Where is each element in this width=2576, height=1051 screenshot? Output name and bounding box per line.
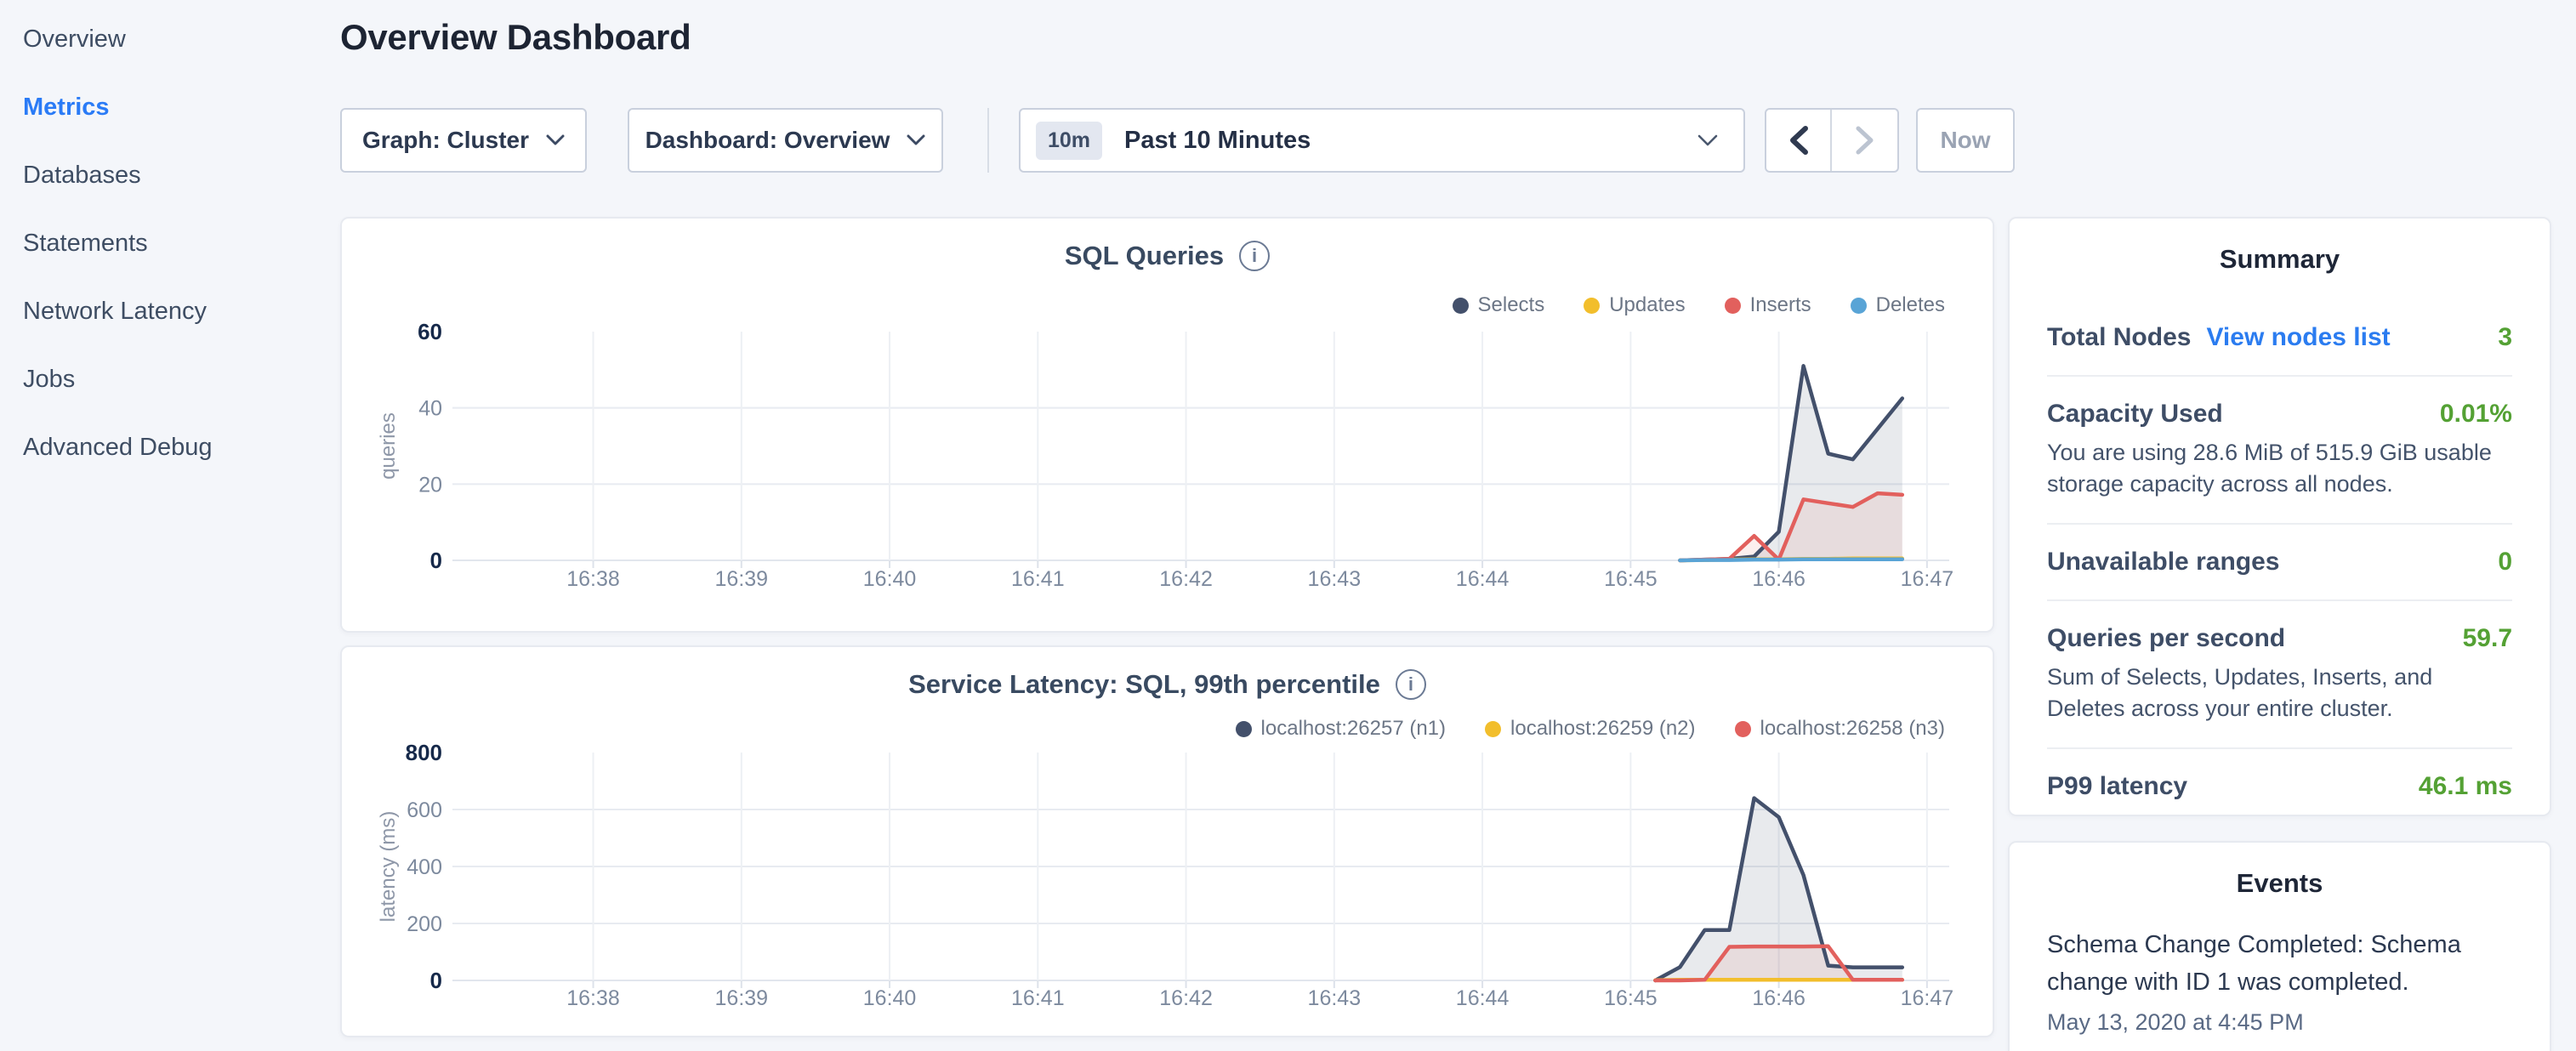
sidebar-nav: OverviewMetricsDatabasesStatementsNetwor…: [0, 5, 340, 481]
svg-text:20: 20: [418, 473, 442, 497]
svg-text:16:40: 16:40: [863, 986, 917, 1010]
summary-row-value: 46.1 ms: [2419, 772, 2512, 801]
summary-row-label: Capacity Used: [2047, 400, 2223, 429]
header-divider: [987, 108, 989, 173]
graph-scope-dropdown-label: Graph: Cluster: [362, 127, 529, 154]
chevron-left-icon: [1789, 126, 1808, 155]
summary-row: Queries per second 59.7 Sum of Selects, Up…: [2047, 599, 2512, 747]
summary-row-label: Queries per second: [2047, 624, 2285, 653]
summary-row: Unavailable ranges 0: [2047, 523, 2512, 599]
svg-text:16:40: 16:40: [863, 567, 917, 591]
sidebar-item-jobs[interactable]: Jobs: [0, 345, 340, 413]
svg-text:200: 200: [407, 912, 442, 936]
svg-text:400: 400: [407, 855, 442, 879]
summary-panel: Summary Total Nodes View nodes list 3 Capac…: [2008, 217, 2551, 816]
sql-queries-chart-card: SQL Queries i SelectsUpdatesInsertsDelet…: [340, 217, 1994, 633]
event-message: Schema Change Completed: Schema change w…: [2047, 926, 2512, 1001]
chevron-down-icon: [546, 134, 565, 146]
graph-scope-dropdown[interactable]: Graph: Cluster: [340, 108, 587, 173]
service-latency-chart: 0 200 400 600 800 16:38 16:39 16:40 16:41 16:42 16…: [342, 647, 1993, 1036]
chevron-right-icon: [1856, 126, 1874, 155]
summary-title: Summary: [2010, 244, 2550, 275]
svg-text:16:46: 16:46: [1752, 567, 1805, 591]
page-title: Overview Dashboard: [340, 17, 691, 58]
sidebar-item-overview[interactable]: Overview: [0, 5, 340, 73]
svg-text:16:45: 16:45: [1604, 567, 1658, 591]
time-window-label: Past 10 Minutes: [1124, 127, 1311, 155]
svg-text:800: 800: [406, 740, 442, 765]
svg-text:16:43: 16:43: [1308, 567, 1362, 591]
sidebar-item-network-latency[interactable]: Network Latency: [0, 277, 340, 345]
summary-row-value: 0: [2498, 548, 2512, 577]
sidebar-item-metrics[interactable]: Metrics: [0, 73, 340, 141]
sidebar-item-databases[interactable]: Databases: [0, 141, 340, 209]
summary-row: Capacity Used 0.01% You are using 28.6 MiB…: [2047, 375, 2512, 523]
svg-text:600: 600: [407, 798, 442, 822]
svg-text:60: 60: [418, 319, 442, 344]
sidebar-item-statements[interactable]: Statements: [0, 209, 340, 277]
summary-row-label: Total Nodes: [2047, 323, 2191, 352]
svg-text:16:41: 16:41: [1011, 986, 1065, 1010]
event-timestamp: May 13, 2020 at 4:45 PM: [2047, 1009, 2512, 1036]
svg-text:latency (ms): latency (ms): [377, 811, 400, 923]
svg-text:16:47: 16:47: [1901, 986, 1954, 1010]
summary-row: Total Nodes View nodes list 3: [2047, 300, 2512, 375]
svg-text:16:44: 16:44: [1456, 986, 1510, 1010]
summary-row-subtext: You are using 28.6 MiB of 515.9 GiB usab…: [2047, 437, 2512, 500]
events-title: Events: [2010, 868, 2550, 899]
svg-text:16:44: 16:44: [1456, 567, 1510, 591]
summary-row: P99 latency 46.1 ms: [2047, 747, 2512, 824]
time-window-badge: 10m: [1036, 122, 1102, 160]
summary-rows: Total Nodes View nodes list 3 Capacity Used…: [2010, 300, 2550, 824]
now-button[interactable]: Now: [1916, 108, 2015, 173]
svg-text:16:38: 16:38: [566, 567, 620, 591]
dashboard-dropdown-label: Dashboard: Overview: [645, 127, 890, 154]
time-step-buttons: [1765, 108, 1899, 173]
svg-text:16:39: 16:39: [715, 986, 769, 1010]
svg-text:16:47: 16:47: [1901, 567, 1954, 591]
svg-text:0: 0: [430, 968, 442, 993]
svg-text:16:45: 16:45: [1604, 986, 1658, 1010]
summary-row-subtext: Sum of Selects, Updates, Inserts, and De…: [2047, 662, 2512, 724]
svg-text:16:46: 16:46: [1752, 986, 1805, 1010]
chevron-down-icon: [1697, 134, 1718, 147]
summary-row-value: 0.01%: [2440, 400, 2512, 429]
svg-text:16:38: 16:38: [566, 986, 620, 1010]
events-panel: Events Schema Change Completed: Schema c…: [2008, 841, 2551, 1051]
summary-row-value: 59.7: [2463, 624, 2512, 653]
time-step-back-button[interactable]: [1766, 110, 1832, 171]
summary-row-label: Unavailable ranges: [2047, 548, 2279, 577]
chevron-down-icon: [907, 134, 925, 146]
svg-text:40: 40: [418, 397, 442, 421]
time-step-forward-button[interactable]: [1832, 110, 1897, 171]
view-nodes-list-link[interactable]: View nodes list: [2206, 323, 2390, 352]
svg-text:0: 0: [430, 548, 442, 573]
svg-text:16:39: 16:39: [715, 567, 769, 591]
svg-text:16:41: 16:41: [1011, 567, 1065, 591]
event-item[interactable]: Schema Change Completed: Schema change w…: [2047, 926, 2512, 1036]
summary-row-label: P99 latency: [2047, 772, 2187, 801]
events-list: Schema Change Completed: Schema change w…: [2010, 926, 2550, 1036]
sidebar-item-advanced-debug[interactable]: Advanced Debug: [0, 413, 340, 481]
svg-text:16:43: 16:43: [1308, 986, 1362, 1010]
sql-queries-chart: 0 20 40 60 16:38 16:39 16:40 16:41 16:42 16:43 16:…: [342, 219, 1993, 631]
service-latency-chart-card: Service Latency: SQL, 99th percentile i …: [340, 645, 1994, 1037]
svg-text:queries: queries: [377, 412, 400, 480]
svg-text:16:42: 16:42: [1159, 567, 1213, 591]
summary-row-value: 3: [2498, 323, 2512, 352]
dashboard-dropdown[interactable]: Dashboard: Overview: [628, 108, 943, 173]
svg-text:16:42: 16:42: [1159, 986, 1213, 1010]
time-window-dropdown[interactable]: 10m Past 10 Minutes: [1019, 108, 1745, 173]
overview-dashboard-page: OverviewMetricsDatabasesStatementsNetwor…: [0, 0, 2576, 1051]
